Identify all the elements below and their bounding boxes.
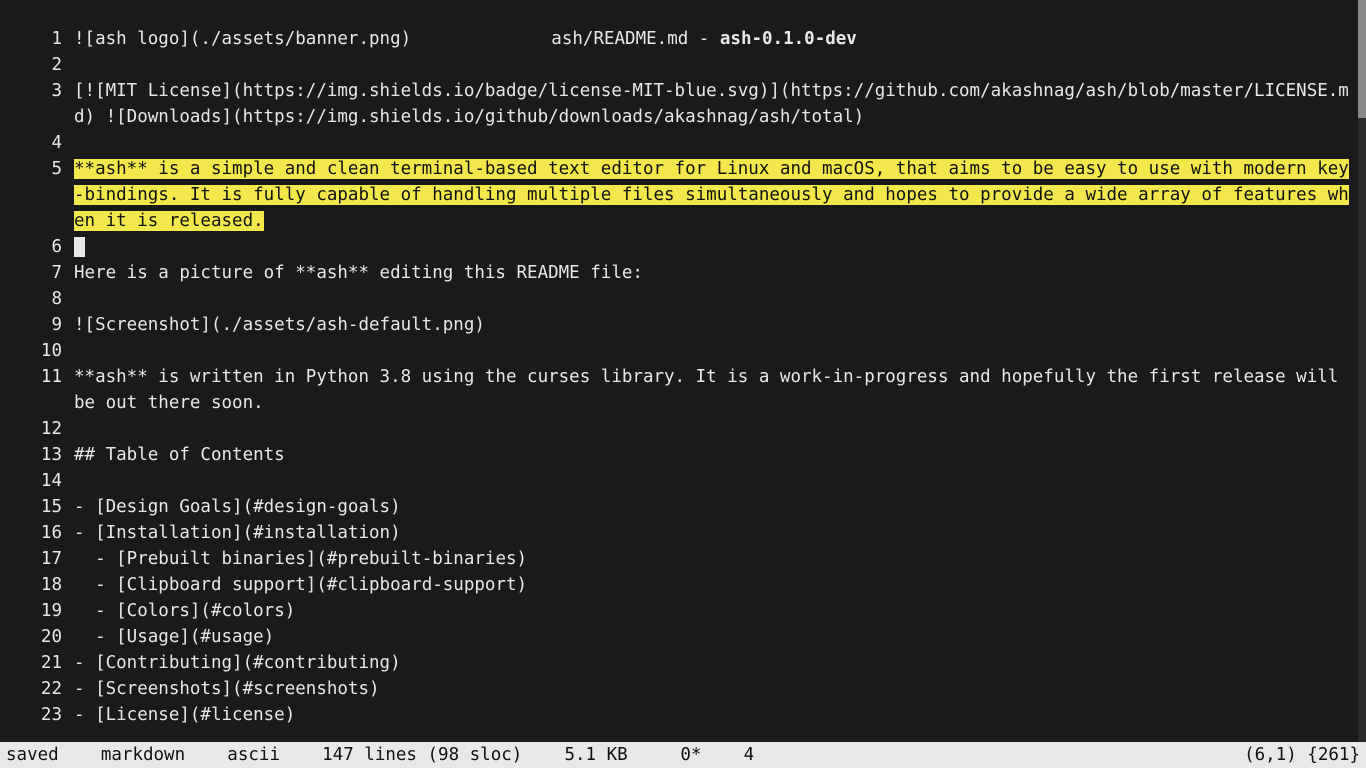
editor-line[interactable]: 5**ash** is a simple and clean terminal-… [0, 156, 1358, 234]
editor-line[interactable]: 21- [Contributing](#contributing) [0, 650, 1358, 676]
editor-line[interactable]: 20 - [Usage](#usage) [0, 624, 1358, 650]
line-content[interactable]: - [License](#license) [74, 702, 1358, 728]
status-size: 5.1 KB [564, 745, 627, 765]
editor-line[interactable]: 6 [0, 234, 1358, 260]
scrollbar[interactable] [1358, 0, 1366, 768]
line-content[interactable]: ![ash logo](./assets/banner.png) [74, 26, 1358, 52]
line-content[interactable]: ## Table of Contents [74, 442, 1358, 468]
status-left: saved markdown ascii 147 lines (98 sloc)… [6, 742, 754, 768]
line-content[interactable]: **ash** is written in Python 3.8 using t… [74, 364, 1358, 416]
line-number: 23 [0, 702, 74, 728]
status-tabsize: 4 [744, 745, 755, 765]
line-number: 8 [0, 286, 74, 312]
line-number: 15 [0, 494, 74, 520]
editor-area[interactable]: 1![ash logo](./assets/banner.png)23[![MI… [0, 26, 1358, 742]
editor-line[interactable]: 11**ash** is written in Python 3.8 using… [0, 364, 1358, 416]
line-content[interactable]: - [Installation](#installation) [74, 520, 1358, 546]
editor-line[interactable]: 18 - [Clipboard support](#clipboard-supp… [0, 572, 1358, 598]
line-content[interactable]: - [Design Goals](#design-goals) [74, 494, 1358, 520]
statusbar: saved markdown ascii 147 lines (98 sloc)… [0, 742, 1366, 768]
line-number: 12 [0, 416, 74, 442]
line-number: 16 [0, 520, 74, 546]
line-content[interactable]: **ash** is a simple and clean terminal-b… [74, 156, 1358, 234]
line-number: 19 [0, 598, 74, 624]
status-mode: markdown [101, 745, 185, 765]
editor-line[interactable]: 12 [0, 416, 1358, 442]
editor-line[interactable]: 8 [0, 286, 1358, 312]
line-number: 21 [0, 650, 74, 676]
editor-line[interactable]: 22- [Screenshots](#screenshots) [0, 676, 1358, 702]
line-content[interactable]: - [Screenshots](#screenshots) [74, 676, 1358, 702]
scrollbar-thumb[interactable] [1358, 0, 1366, 118]
line-number: 20 [0, 624, 74, 650]
line-content[interactable]: - [Usage](#usage) [74, 624, 1358, 650]
line-content[interactable]: - [Contributing](#contributing) [74, 650, 1358, 676]
line-number: 22 [0, 676, 74, 702]
line-content[interactable]: - [Clipboard support](#clipboard-support… [74, 572, 1358, 598]
editor-line[interactable]: 10 [0, 338, 1358, 364]
line-content[interactable]: Here is a picture of **ash** editing thi… [74, 260, 1358, 286]
status-lines: 147 lines (98 sloc) [322, 745, 522, 765]
line-number: 5 [0, 156, 74, 182]
editor-line[interactable]: 16- [Installation](#installation) [0, 520, 1358, 546]
status-encoding: ascii [227, 745, 280, 765]
line-number: 14 [0, 468, 74, 494]
editor-line[interactable]: 7Here is a picture of **ash** editing th… [0, 260, 1358, 286]
editor-line[interactable]: 4 [0, 130, 1358, 156]
line-number: 9 [0, 312, 74, 338]
line-content[interactable]: ![Screenshot](./assets/ash-default.png) [74, 312, 1358, 338]
line-number: 6 [0, 234, 74, 260]
line-number: 18 [0, 572, 74, 598]
line-number: 1 [0, 26, 74, 52]
titlebar: ash/README.md - ash-0.1.0-dev [0, 0, 1366, 26]
line-content[interactable] [74, 234, 1358, 260]
line-number: 4 [0, 130, 74, 156]
editor-line[interactable]: 3[![MIT License](https://img.shields.io/… [0, 78, 1358, 130]
line-content[interactable]: [![MIT License](https://img.shields.io/b… [74, 78, 1358, 130]
line-content[interactable]: - [Prebuilt binaries](#prebuilt-binaries… [74, 546, 1358, 572]
editor-window: ash/README.md - ash-0.1.0-dev 1![ash log… [0, 0, 1366, 768]
editor-line[interactable]: 15- [Design Goals](#design-goals) [0, 494, 1358, 520]
line-number: 13 [0, 442, 74, 468]
editor-line[interactable]: 2 [0, 52, 1358, 78]
status-saved: saved [6, 745, 59, 765]
editor-line[interactable]: 1![ash logo](./assets/banner.png) [0, 26, 1358, 52]
status-pos: (6,1) {261} [1244, 742, 1360, 768]
line-number: 2 [0, 52, 74, 78]
editor-line[interactable]: 19 - [Colors](#colors) [0, 598, 1358, 624]
line-number: 10 [0, 338, 74, 364]
status-modified: 0* [680, 745, 701, 765]
editor-line[interactable]: 17 - [Prebuilt binaries](#prebuilt-binar… [0, 546, 1358, 572]
editor-line[interactable]: 14 [0, 468, 1358, 494]
line-number: 3 [0, 78, 74, 104]
line-number: 11 [0, 364, 74, 390]
line-content[interactable]: - [Colors](#colors) [74, 598, 1358, 624]
line-number: 7 [0, 260, 74, 286]
editor-line[interactable]: 9![Screenshot](./assets/ash-default.png) [0, 312, 1358, 338]
line-number: 17 [0, 546, 74, 572]
editor-line[interactable]: 13## Table of Contents [0, 442, 1358, 468]
editor-line[interactable]: 23- [License](#license) [0, 702, 1358, 728]
